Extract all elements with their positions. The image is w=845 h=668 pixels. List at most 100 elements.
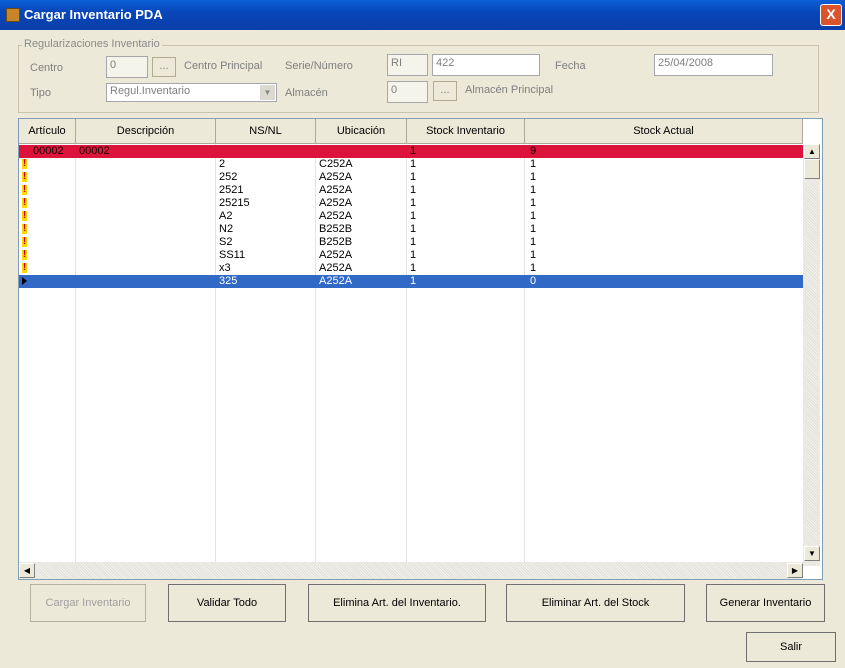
fecha-field[interactable]: 25/04/2008 xyxy=(654,54,773,76)
cell-stock_inv[interactable]: 1 xyxy=(410,262,416,275)
table-row[interactable]: ! A2 A252A 1 1 xyxy=(19,210,803,223)
table-row[interactable]: ! 2 C252A 1 1 xyxy=(19,158,803,171)
scroll-down-icon[interactable]: ▼ xyxy=(804,546,820,561)
col-header-nsnl[interactable]: NS/NL xyxy=(216,119,316,144)
cargar-inventario-button[interactable]: Cargar Inventario xyxy=(30,584,146,622)
serie-field[interactable]: RI xyxy=(387,54,428,76)
tipo-label: Tipo xyxy=(30,87,51,99)
centro-field[interactable]: 0 xyxy=(106,56,148,78)
warning-icon: ! xyxy=(22,197,27,208)
cell-nsnl[interactable]: 252 xyxy=(219,171,237,184)
cell-stock_act[interactable]: 1 xyxy=(530,210,536,223)
cell-nsnl[interactable]: 325 xyxy=(219,275,237,288)
cell-ubicacion[interactable]: A252A xyxy=(319,210,352,223)
cell-stock_inv[interactable]: 1 xyxy=(410,184,416,197)
scroll-right-icon[interactable]: ▶ xyxy=(787,563,803,578)
cell-stock_inv[interactable]: 1 xyxy=(410,236,416,249)
centro-lookup-button[interactable]: ... xyxy=(152,57,176,77)
cell-stock_act[interactable]: 1 xyxy=(530,223,536,236)
cell-nsnl[interactable]: N2 xyxy=(219,223,233,236)
table-row[interactable]: ! SS11 A252A 1 1 xyxy=(19,249,803,262)
cell-ubicacion[interactable]: B252B xyxy=(319,223,352,236)
col-header-articulo[interactable]: Artículo xyxy=(19,119,76,144)
cell-stock_inv[interactable]: 1 xyxy=(410,197,416,210)
cell-ubicacion[interactable]: A252A xyxy=(319,249,352,262)
table-row[interactable]: ! S2 B252B 1 1 xyxy=(19,236,803,249)
col-header-ubicacion[interactable]: Ubicación xyxy=(316,119,407,144)
cell-stock_inv[interactable]: 1 xyxy=(410,275,416,288)
scroll-left-icon[interactable]: ◀ xyxy=(19,563,35,578)
almacen-lookup-button[interactable]: ... xyxy=(433,81,457,101)
tipo-value: Regul.Inventario xyxy=(110,85,191,97)
tipo-dropdown[interactable]: Regul.Inventario ▼ xyxy=(106,83,277,102)
table-row[interactable]: 325 A252A 1 0 xyxy=(19,275,803,288)
window-title: Cargar Inventario PDA xyxy=(24,7,163,22)
warning-icon: ! xyxy=(22,262,27,273)
cell-stock_inv[interactable]: 1 xyxy=(410,249,416,262)
cell-nsnl[interactable]: S2 xyxy=(219,236,232,249)
cell-stock_act[interactable]: 1 xyxy=(530,184,536,197)
cell-stock_act[interactable]: 1 xyxy=(530,158,536,171)
col-header-stock-inventario[interactable]: Stock Inventario xyxy=(407,119,525,144)
cell-nsnl[interactable]: A2 xyxy=(219,210,232,223)
table-row[interactable]: 00002 00002 1 9 xyxy=(19,145,803,158)
table-row[interactable]: ! 252 A252A 1 1 xyxy=(19,171,803,184)
centro-description: Centro Principal xyxy=(184,60,263,72)
cell-stock_inv[interactable]: 1 xyxy=(410,210,416,223)
cell-stock_act[interactable]: 9 xyxy=(530,145,536,158)
vertical-scrollbar[interactable]: ▲ ▼ xyxy=(803,144,820,566)
scroll-thumb[interactable] xyxy=(804,159,820,179)
group-title: Regularizaciones Inventario xyxy=(22,38,162,50)
warning-icon: ! xyxy=(22,184,27,195)
cell-articulo[interactable]: 00002 xyxy=(33,145,64,158)
salir-button[interactable]: Salir xyxy=(746,632,836,662)
warning-icon: ! xyxy=(22,223,27,234)
warning-icon: ! xyxy=(22,236,27,247)
eliminar-art-stock-button[interactable]: Eliminar Art. del Stock xyxy=(506,584,685,622)
cell-stock_inv[interactable]: 1 xyxy=(410,145,416,158)
cell-ubicacion[interactable]: A252A xyxy=(319,262,352,275)
col-header-descripcion[interactable]: Descripción xyxy=(76,119,216,144)
cell-ubicacion[interactable]: C252A xyxy=(319,158,353,171)
cell-stock_act[interactable]: 1 xyxy=(530,262,536,275)
cell-ubicacion[interactable]: A252A xyxy=(319,197,352,210)
close-button[interactable]: X xyxy=(820,4,842,26)
cell-stock_inv[interactable]: 1 xyxy=(410,158,416,171)
validar-todo-button[interactable]: Validar Todo xyxy=(168,584,286,622)
cell-stock_act[interactable]: 1 xyxy=(530,197,536,210)
cell-nsnl[interactable]: 2 xyxy=(219,158,225,171)
chevron-down-icon[interactable]: ▼ xyxy=(260,85,275,100)
almacen-field[interactable]: 0 xyxy=(387,81,428,103)
warning-icon: ! xyxy=(22,210,27,221)
cell-ubicacion[interactable]: A252A xyxy=(319,275,352,288)
col-header-stock-actual[interactable]: Stock Actual xyxy=(525,119,803,144)
elimina-art-inventario-button[interactable]: Elimina Art. del Inventario. xyxy=(308,584,486,622)
cell-stock_act[interactable]: 1 xyxy=(530,171,536,184)
title-bar: Cargar Inventario PDA X xyxy=(0,0,845,30)
centro-label: Centro xyxy=(30,62,64,74)
cell-stock_act[interactable]: 1 xyxy=(530,249,536,262)
scroll-up-icon[interactable]: ▲ xyxy=(804,144,820,159)
horizontal-scrollbar[interactable]: ◀ ▶ xyxy=(19,562,803,579)
table-row[interactable]: ! N2 B252B 1 1 xyxy=(19,223,803,236)
table-row[interactable]: ! 2521 A252A 1 1 xyxy=(19,184,803,197)
cell-descripcion[interactable]: 00002 xyxy=(79,145,110,158)
generar-inventario-button[interactable]: Generar Inventario xyxy=(706,584,825,622)
cell-ubicacion[interactable]: B252B xyxy=(319,236,352,249)
warning-icon: ! xyxy=(22,171,27,182)
cell-nsnl[interactable]: 2521 xyxy=(219,184,243,197)
cell-nsnl[interactable]: 25215 xyxy=(219,197,250,210)
table-row[interactable]: ! x3 A252A 1 1 xyxy=(19,262,803,275)
cell-ubicacion[interactable]: A252A xyxy=(319,171,352,184)
cell-nsnl[interactable]: SS11 xyxy=(219,249,245,262)
inventory-grid[interactable]: Artículo Descripción NS/NL Ubicación Sto… xyxy=(18,118,823,580)
warning-icon: ! xyxy=(22,249,27,260)
numero-field[interactable]: 422 xyxy=(432,54,540,76)
cell-stock_act[interactable]: 1 xyxy=(530,236,536,249)
cell-nsnl[interactable]: x3 xyxy=(219,262,231,275)
cell-ubicacion[interactable]: A252A xyxy=(319,184,352,197)
cell-stock_inv[interactable]: 1 xyxy=(410,171,416,184)
cell-stock_inv[interactable]: 1 xyxy=(410,223,416,236)
cell-stock_act[interactable]: 0 xyxy=(530,275,536,288)
table-row[interactable]: ! 25215 A252A 1 1 xyxy=(19,197,803,210)
